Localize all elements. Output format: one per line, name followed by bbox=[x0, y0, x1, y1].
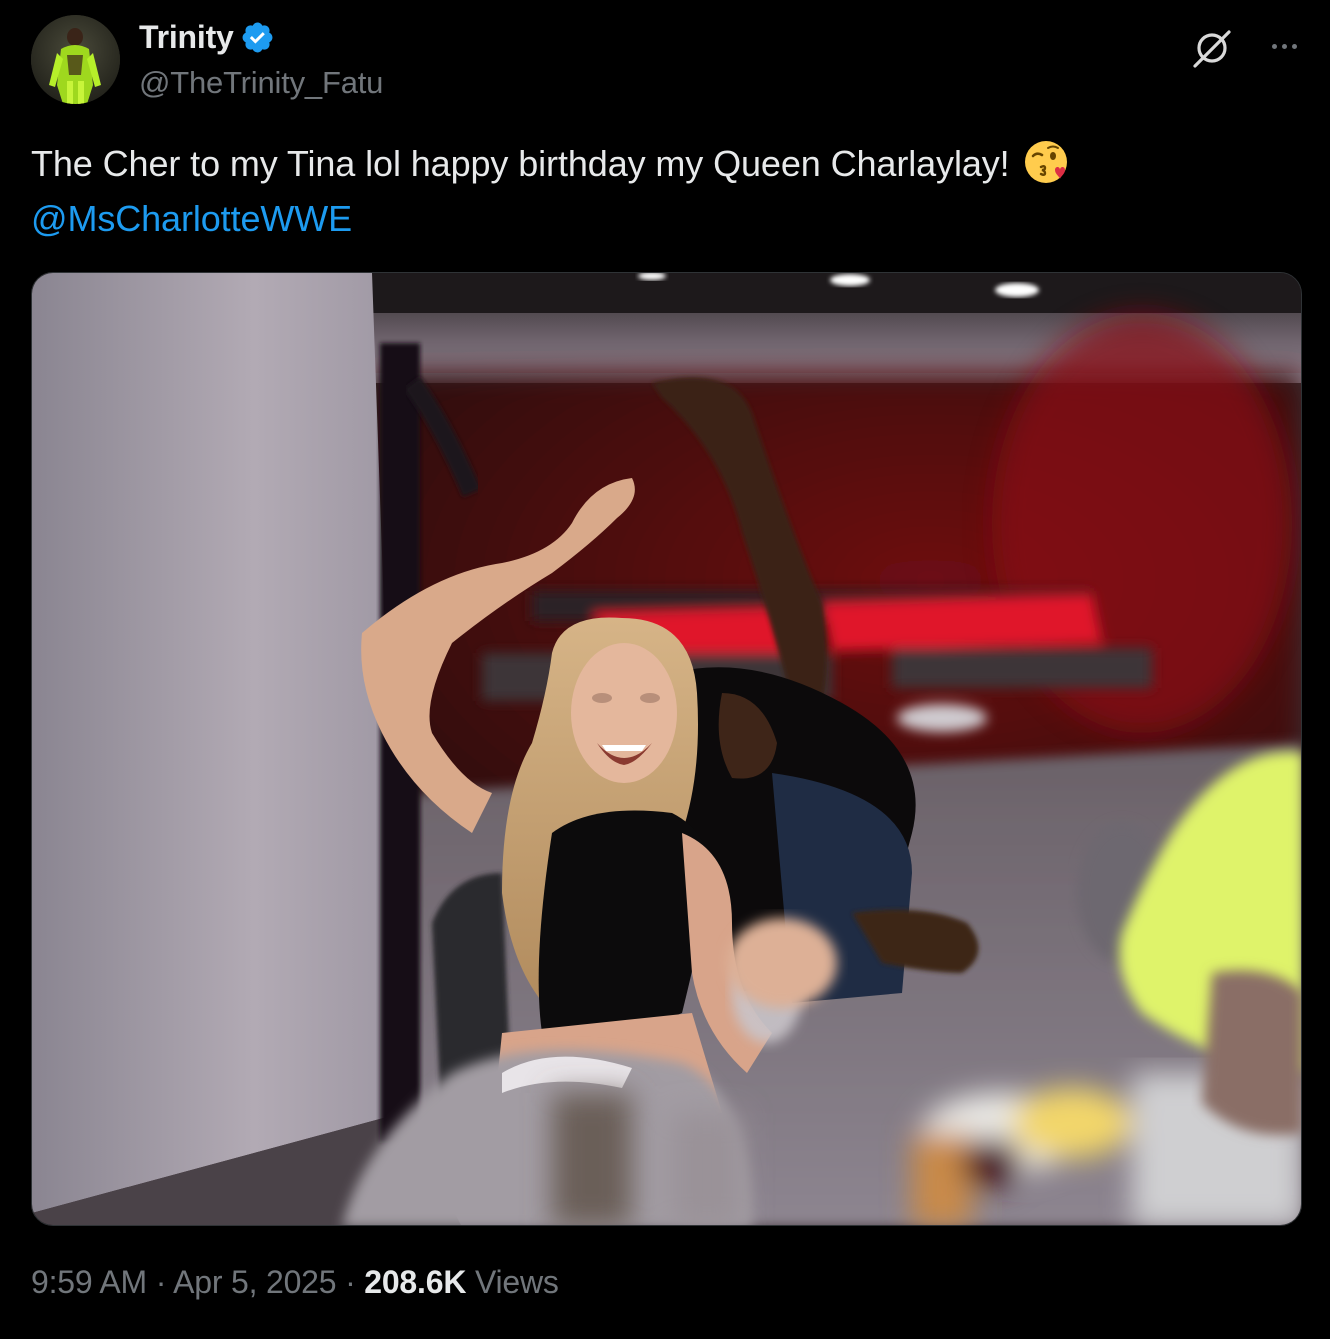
face-blowing-a-kiss-icon bbox=[1023, 139, 1069, 185]
more-horizontal-icon bbox=[1271, 43, 1277, 49]
more-dot bbox=[1281, 43, 1287, 49]
tweet-body: The Cher to my Tina lol happy birthday m… bbox=[31, 143, 1010, 184]
meta-separator: · bbox=[155, 1264, 174, 1300]
handle[interactable]: @TheTrinity_Fatu bbox=[139, 65, 383, 101]
more-button[interactable] bbox=[1262, 26, 1306, 66]
more-dot bbox=[1291, 43, 1297, 49]
display-name[interactable]: Trinity bbox=[139, 19, 234, 56]
tweet-time[interactable]: 9:59 AM bbox=[31, 1264, 147, 1300]
author-info: Trinity @TheTrinity_Fatu bbox=[139, 17, 383, 101]
grok-icon bbox=[1193, 30, 1231, 68]
tweet: Trinity @TheTrinity_Fatu The Cher to my … bbox=[0, 0, 1330, 1339]
grok-button[interactable] bbox=[1190, 26, 1234, 70]
tweet-meta: 9:59 AM · Apr 5, 2025 · 208.6K Views bbox=[31, 1264, 559, 1301]
meta-separator: · bbox=[345, 1264, 365, 1300]
verified-badge-icon[interactable] bbox=[240, 20, 275, 55]
views-count: 208.6K bbox=[364, 1264, 467, 1300]
avatar[interactable] bbox=[31, 15, 120, 104]
tweet-text: The Cher to my Tina lol happy birthday m… bbox=[31, 136, 1291, 246]
mention-link[interactable]: @MsCharlotteWWE bbox=[31, 198, 352, 239]
views-label: Views bbox=[474, 1264, 559, 1300]
tweet-photo[interactable] bbox=[31, 272, 1302, 1226]
tweet-date[interactable]: Apr 5, 2025 bbox=[173, 1264, 336, 1300]
avatar-photo bbox=[31, 15, 120, 104]
display-name-row: Trinity bbox=[139, 17, 383, 57]
photo-icon bbox=[32, 273, 1301, 1225]
